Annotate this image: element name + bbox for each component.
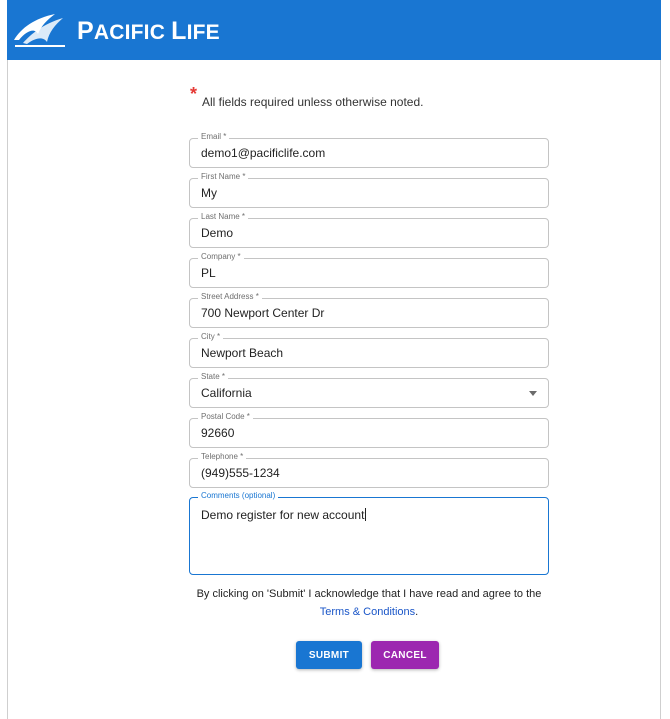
required-note-text: All fields required unless otherwise not… — [202, 95, 424, 109]
comments-textarea[interactable]: Comments (optional) Demo register for ne… — [189, 490, 549, 575]
app-header: PACIFIC LIFE — [7, 0, 661, 60]
email-label: Email * — [198, 131, 230, 143]
company-value: PL — [201, 266, 216, 280]
comments-value: Demo register for new account — [201, 508, 367, 522]
postal-code-label: Postal Code * — [198, 411, 253, 423]
required-asterisk: * — [190, 84, 198, 104]
postal-code-value: 92660 — [201, 426, 235, 440]
whale-tail-logo-icon — [14, 14, 65, 47]
state-label: State * — [198, 371, 229, 383]
last-name-value: Demo — [201, 226, 234, 240]
city-label: City * — [198, 331, 224, 343]
terms-link[interactable]: Terms & Conditions — [320, 606, 415, 618]
brand-name: PACIFIC LIFE — [77, 17, 220, 45]
company-field[interactable]: Company * PL — [189, 251, 549, 288]
acknowledgement-text: By clicking on 'Submit' I acknowledge th… — [196, 588, 542, 618]
state-select[interactable]: State * California — [189, 371, 549, 408]
submit-button[interactable]: SUBMIT — [296, 641, 362, 669]
telephone-field[interactable]: Telephone * (949)555-1234 — [189, 451, 549, 488]
telephone-label: Telephone * — [198, 451, 247, 463]
postal-code-field[interactable]: Postal Code * 92660 — [189, 411, 549, 448]
state-value: California — [201, 386, 252, 400]
street-address-field[interactable]: Street Address * 700 Newport Center Dr — [189, 291, 549, 328]
first-name-value: My — [201, 186, 217, 200]
telephone-value: (949)555-1234 — [201, 466, 280, 480]
email-value: demo1@pacificlife.com — [201, 146, 326, 160]
first-name-label: First Name * — [198, 171, 249, 183]
comments-label: Comments (optional) — [198, 490, 279, 502]
city-value: Newport Beach — [201, 346, 284, 360]
city-field[interactable]: City * Newport Beach — [189, 331, 549, 368]
cancel-button[interactable]: CANCEL — [371, 641, 439, 669]
street-address-value: 700 Newport Center Dr — [201, 306, 325, 320]
first-name-field[interactable]: First Name * My — [189, 171, 549, 208]
last-name-field[interactable]: Last Name * Demo — [189, 211, 549, 248]
street-address-label: Street Address * — [198, 291, 262, 303]
last-name-label: Last Name * — [198, 211, 249, 223]
text-cursor — [365, 508, 367, 521]
dropdown-arrow-icon[interactable] — [529, 391, 537, 396]
email-field[interactable]: Email * demo1@pacificlife.com — [189, 131, 549, 168]
company-label: Company * — [198, 251, 244, 263]
